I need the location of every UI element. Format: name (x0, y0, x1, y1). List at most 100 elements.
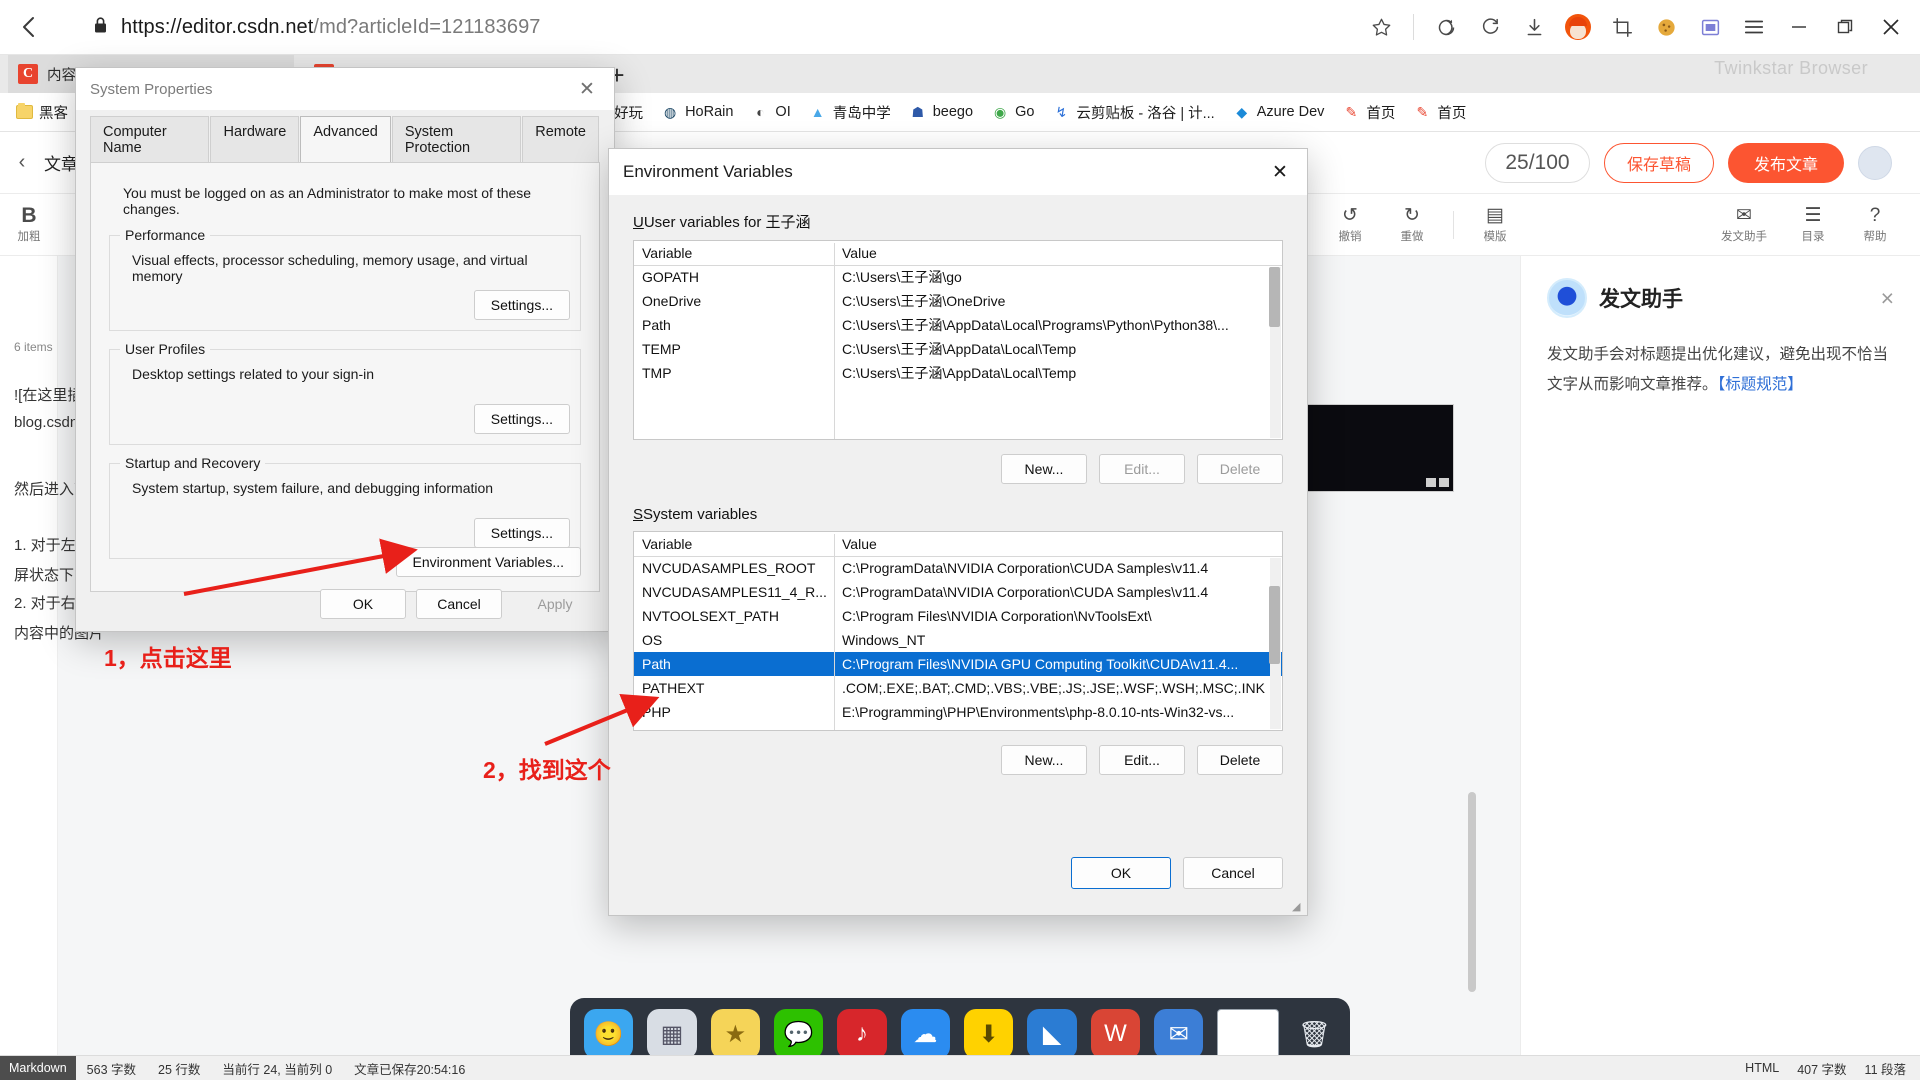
profile-avatar-icon[interactable] (1556, 0, 1600, 55)
dock-baidu-netdisk-icon[interactable]: ☁ (900, 1009, 951, 1066)
assistant-title: 发文助手 (1599, 288, 1683, 311)
bookmark-item-9[interactable]: ◆ Azure Dev (1226, 100, 1332, 124)
tool-label: 帮助 (1863, 230, 1887, 243)
address-bar[interactable]: https://editor.csdn.net/md?articleId=121… (58, 0, 1359, 55)
bookmark-item-11[interactable]: ✎ 首页 (1406, 99, 1473, 126)
table-row-selected[interactable]: Path C:\Program Files\NVIDIA GPU Computi… (634, 652, 1282, 676)
environment-variables-titlebar[interactable]: Environment Variables ✕ (609, 149, 1307, 195)
ok-button[interactable]: OK (1071, 857, 1171, 889)
ok-button[interactable]: OK (320, 589, 406, 619)
system-new-button[interactable]: New... (1001, 745, 1087, 775)
table-row[interactable]: OS Windows_NT (634, 628, 1282, 652)
tab-hardware[interactable]: Hardware (210, 116, 300, 162)
environment-variables-footer: OK Cancel (1071, 857, 1283, 889)
save-draft-button[interactable]: 保存草稿 (1603, 142, 1714, 183)
column-header-variable[interactable]: Variable (642, 245, 842, 261)
editor-back-button[interactable]: ‹ (0, 151, 44, 174)
bookmark-item-6[interactable]: ☗ beego (902, 100, 980, 124)
tab-computer-name[interactable]: Computer Name (90, 116, 210, 162)
dock-foxmail-icon[interactable]: ✉ (1154, 1009, 1204, 1066)
table-row[interactable]: PROCESSOR_ARCHITECTU... AMD64 (634, 724, 1282, 730)
back-arrow-icon[interactable] (0, 0, 58, 55)
bookmark-item-8[interactable]: ↯ 云剪贴板 - 洛谷 | 计... (1045, 99, 1221, 126)
column-header-value[interactable]: Value (842, 245, 1274, 261)
screenshot-crop-icon[interactable] (1600, 0, 1644, 55)
system-table-scrollbar[interactable] (1269, 558, 1281, 729)
title-spec-link[interactable]: 【标题规范】 (1718, 376, 1803, 393)
system-edit-button[interactable]: Edit... (1099, 745, 1185, 775)
table-row[interactable]: OneDrive C:\Users\王子涵\OneDrive (634, 289, 1282, 313)
bookmark-item-7[interactable]: ◉ Go (984, 100, 1041, 124)
group-description: Desktop settings related to your sign-in (132, 366, 375, 382)
performance-settings-button[interactable]: Settings... (473, 290, 570, 320)
cookie-icon[interactable] (1644, 0, 1688, 55)
cancel-button[interactable]: Cancel (416, 589, 502, 619)
tool-undo[interactable]: ↺ 撤销 (1319, 194, 1381, 256)
trash-icon[interactable]: 🗑 (1293, 1009, 1336, 1059)
table-row[interactable]: TMP C:\Users\王子涵\AppData\Local\Temp (634, 361, 1282, 385)
tab-advanced[interactable]: Advanced (300, 116, 391, 164)
publish-article-button[interactable]: 发布文章 (1727, 142, 1844, 183)
close-icon[interactable]: ✕ (1259, 155, 1301, 189)
user-variables-table[interactable]: Variable Value GOPATH C:\Users\王子涵\go On… (633, 240, 1283, 440)
startup-recovery-settings-button[interactable]: Settings... (473, 518, 570, 548)
dock-launchpad-icon[interactable]: ▦ (647, 1009, 697, 1066)
download-icon[interactable] (1512, 0, 1556, 55)
reader-icon[interactable] (1688, 0, 1732, 55)
user-avatar[interactable] (1858, 145, 1892, 180)
close-icon[interactable] (1868, 0, 1914, 55)
assistant-close-icon[interactable]: × (1881, 285, 1894, 312)
user-table-scrollbar[interactable] (1269, 267, 1281, 438)
tab-remote[interactable]: Remote (522, 116, 599, 162)
history-icon[interactable] (1468, 0, 1512, 55)
image-controls[interactable] (1426, 478, 1449, 487)
window-thumbnail[interactable] (1217, 1009, 1279, 1059)
cancel-button[interactable]: Cancel (1183, 857, 1283, 889)
tool-assistant[interactable]: ✉ 发文助手 (1706, 194, 1782, 256)
dock-finder-icon[interactable]: 🙂 (584, 1009, 634, 1066)
bookmark-item-4[interactable]: ◐ OI (744, 100, 797, 124)
system-variables-section: SSystem variables Variable Value NVCUDAS… (633, 506, 1283, 775)
bookmark-item-3[interactable]: ◍ HoRain (654, 100, 740, 124)
system-variables-table[interactable]: Variable Value NVCUDASAMPLES_ROOT C:\Pro… (633, 531, 1283, 731)
user-profiles-settings-button[interactable]: Settings... (473, 404, 570, 434)
tab-system-protection[interactable]: System Protection (391, 116, 522, 162)
table-row[interactable]: PATHEXT .COM;.EXE;.BAT;.CMD;.VBS;.VBE;.J… (634, 676, 1282, 700)
system-properties-titlebar[interactable]: System Properties ✕ (76, 68, 614, 110)
tool-redo[interactable]: ↻ 重做 (1381, 194, 1443, 256)
table-row[interactable]: PHP E:\Programming\PHP\Environments\php-… (634, 700, 1282, 724)
user-new-button[interactable]: New... (1001, 454, 1087, 484)
column-header-value[interactable]: Value (842, 536, 1274, 552)
tool-template[interactable]: ▤ 模版 (1464, 194, 1526, 256)
bookmark-item-0[interactable]: 黑客 (8, 99, 75, 126)
dock-vscode-icon[interactable]: ◣ (1027, 1009, 1077, 1066)
table-row[interactable]: TEMP C:\Users\王子涵\AppData\Local\Temp (634, 337, 1282, 361)
editor-scrollbar[interactable] (1468, 792, 1476, 992)
bookmark-item-5[interactable]: ▲ 青岛中学 (802, 99, 898, 126)
minimize-icon[interactable] (1776, 0, 1822, 55)
dock-wechat-icon[interactable]: 💬 (774, 1009, 824, 1066)
tool-bold[interactable]: B 加粗 (0, 194, 58, 256)
table-row[interactable]: Path C:\Users\王子涵\AppData\Local\Programs… (634, 313, 1282, 337)
dock-wps-icon[interactable]: W (1090, 1009, 1141, 1066)
table-row[interactable]: NVCUDASAMPLES11_4_R... C:\ProgramData\NV… (634, 580, 1282, 604)
table-row[interactable]: NVCUDASAMPLES_ROOT C:\ProgramData\NVIDIA… (634, 556, 1282, 580)
tool-help[interactable]: ? 帮助 (1844, 194, 1906, 256)
restore-icon[interactable] (1822, 0, 1868, 55)
sync-icon[interactable] (1424, 0, 1468, 55)
hamburger-menu-icon[interactable] (1732, 0, 1776, 55)
resize-grip-icon[interactable]: ◢ (1292, 900, 1304, 913)
tool-toc[interactable]: ☰ 目录 (1782, 194, 1844, 256)
bookmark-star-icon[interactable] (1359, 0, 1403, 55)
dock-notes-icon[interactable]: ★ (710, 1009, 761, 1066)
environment-variables-button[interactable]: Environment Variables... (395, 547, 581, 577)
dock-netease-music-icon[interactable]: ♪ (837, 1009, 887, 1066)
bookmark-item-10[interactable]: ✎ 首页 (1335, 99, 1402, 126)
table-row[interactable]: NVTOOLSEXT_PATH C:\Program Files\NVIDIA … (634, 604, 1282, 628)
system-delete-button[interactable]: Delete (1197, 745, 1283, 775)
variable-name: OS (642, 632, 663, 648)
close-icon[interactable]: ✕ (566, 72, 608, 106)
table-row[interactable]: GOPATH C:\Users\王子涵\go (634, 265, 1282, 289)
dock-thunder-icon[interactable]: ⬇ (964, 1009, 1014, 1066)
column-header-variable[interactable]: Variable (642, 536, 842, 552)
